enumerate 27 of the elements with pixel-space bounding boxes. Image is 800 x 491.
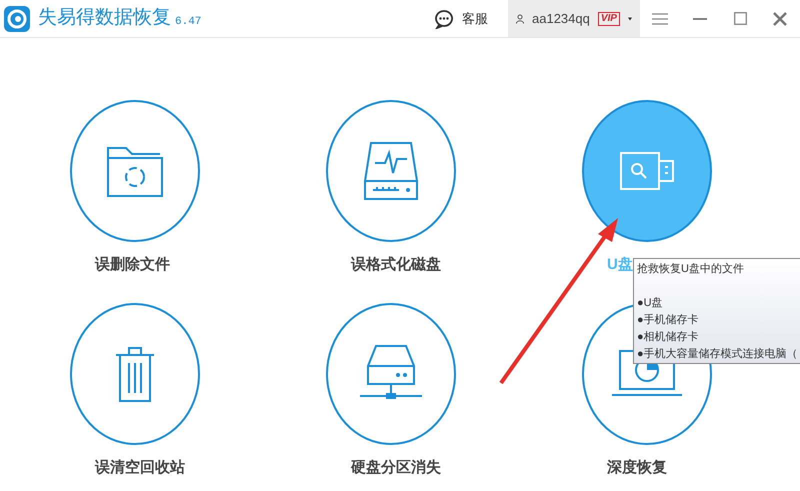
mode-label: 硬盘分区消失 <box>351 458 441 478</box>
mode-label: 深度恢复 <box>607 458 667 478</box>
mode-label: U盘 <box>607 255 633 275</box>
app-title: 失易得数据恢复 <box>38 6 171 30</box>
vip-badge: VIP <box>598 12 620 26</box>
username: aa1234qq <box>532 10 590 28</box>
tooltip-item: ●相机储存卡 <box>637 330 700 345</box>
dropdown-caret-icon[interactable] <box>628 16 632 22</box>
chat-icon <box>434 8 454 28</box>
minimize-icon <box>693 18 707 20</box>
folder-icon <box>106 144 164 198</box>
usb-drive-icon <box>619 151 675 191</box>
tooltip-title: 抢救恢复U盘中的文件 <box>637 262 745 277</box>
mode-label: 误格式化磁盘 <box>351 255 441 275</box>
app-version: 6.47 <box>175 15 202 30</box>
tooltip-item: ●U盘 <box>637 296 664 311</box>
close-icon <box>773 12 787 26</box>
hard-drive-icon <box>363 141 419 201</box>
tooltip-item: ●手机大容量储存模式连接电脑（ <box>637 346 799 362</box>
menu-icon <box>652 12 668 24</box>
maximize-icon <box>734 12 746 25</box>
trash-icon <box>114 344 156 402</box>
app-logo-icon <box>4 6 30 32</box>
mode-label: 误清空回收站 <box>95 458 185 478</box>
mode-label: 误删除文件 <box>95 255 170 275</box>
tooltip-item: ●手机储存卡 <box>637 313 700 328</box>
support-button[interactable]: 客服 <box>422 0 500 37</box>
